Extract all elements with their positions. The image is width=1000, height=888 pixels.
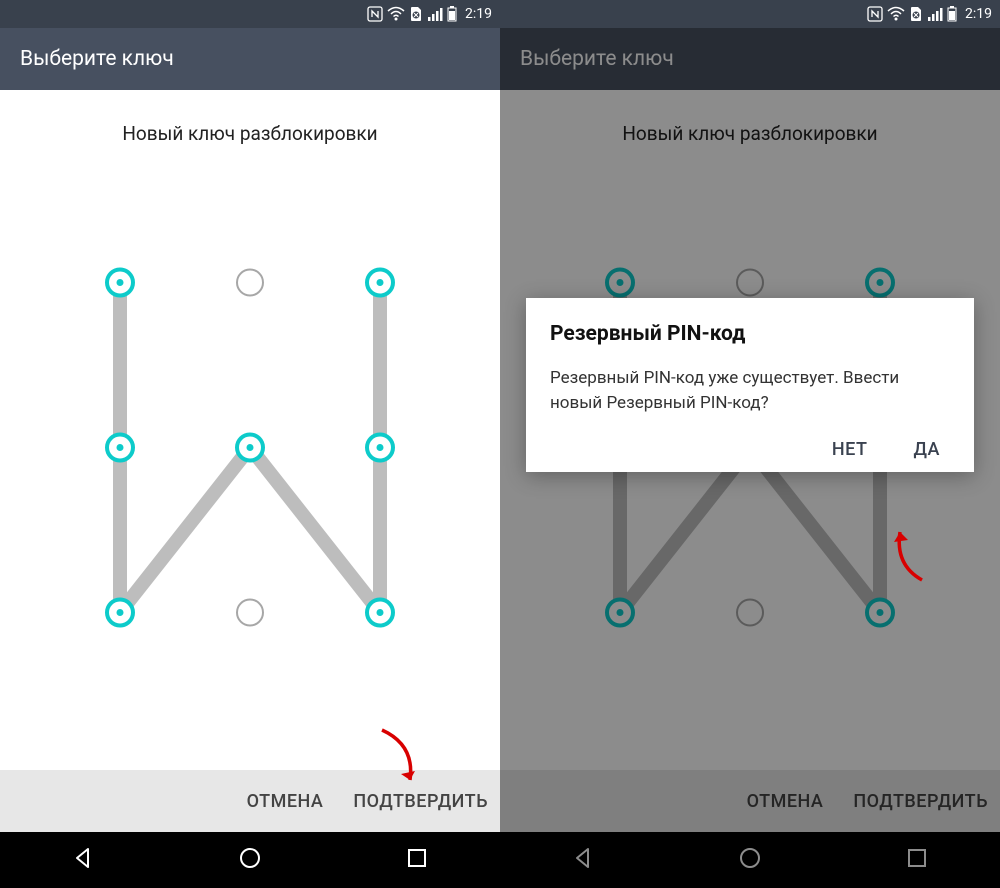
nav-back-icon[interactable] bbox=[70, 845, 96, 875]
status-bar: 2:19 bbox=[0, 0, 500, 28]
dialog-yes-button[interactable]: ДА bbox=[913, 439, 940, 460]
content-area: Новый ключ разблокировки bbox=[0, 90, 500, 770]
confirm-button[interactable]: ПОДТВЕРДИТЬ bbox=[353, 791, 488, 812]
footer-bar: ОТМЕНА ПОДТВЕРДИТЬ bbox=[0, 770, 500, 832]
wifi-icon bbox=[887, 6, 905, 22]
nav-bar bbox=[0, 832, 500, 888]
sim-icon bbox=[409, 6, 423, 22]
dialog-actions: НЕТ ДА bbox=[550, 439, 950, 460]
nav-recent-icon[interactable] bbox=[404, 845, 430, 875]
nfc-icon bbox=[367, 6, 383, 22]
phone-left: 2:19 Выберите ключ Новый ключ разблокиро… bbox=[0, 0, 500, 888]
subtitle: Новый ключ разблокировки bbox=[122, 122, 377, 145]
dialog-body: Резервный PIN-код уже существует. Ввести… bbox=[550, 366, 950, 415]
battery-icon bbox=[447, 6, 457, 22]
phone-right: 2:19 Выберите ключ Новый ключ разблокиро… bbox=[500, 0, 1000, 888]
backup-pin-dialog: Резервный PIN-код Резервный PIN-код уже … bbox=[526, 298, 974, 472]
cancel-button[interactable]: ОТМЕНА bbox=[247, 791, 324, 812]
status-time: 2:19 bbox=[465, 6, 492, 22]
pattern-svg bbox=[0, 145, 500, 770]
status-bar: 2:19 bbox=[500, 0, 1000, 28]
battery-icon bbox=[947, 6, 957, 22]
app-header: Выберите ключ bbox=[0, 28, 500, 90]
header-title: Выберите ключ bbox=[20, 47, 174, 71]
status-time: 2:19 bbox=[965, 6, 992, 22]
nfc-icon bbox=[867, 6, 883, 22]
dialog-title: Резервный PIN-код bbox=[550, 322, 950, 346]
sim-icon bbox=[909, 6, 923, 22]
dialog-no-button[interactable]: НЕТ bbox=[832, 439, 868, 460]
signal-icon bbox=[927, 6, 943, 22]
signal-icon bbox=[427, 6, 443, 22]
pattern-lock[interactable] bbox=[0, 145, 500, 770]
nav-home-icon[interactable] bbox=[237, 845, 263, 875]
wifi-icon bbox=[387, 6, 405, 22]
